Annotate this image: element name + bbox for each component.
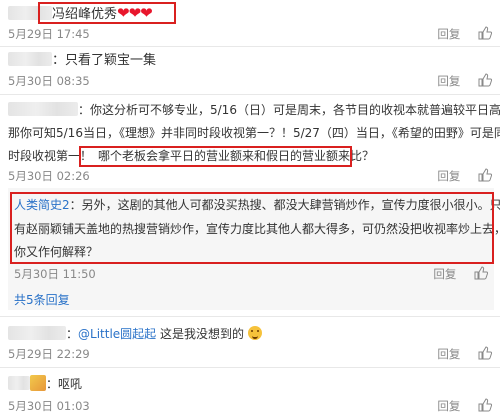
badge-icon	[30, 375, 46, 391]
like-button[interactable]	[478, 398, 492, 414]
thumbs-up-icon	[478, 73, 492, 87]
like-button[interactable]	[478, 26, 492, 42]
comment-3-line-1: ：你这分析可不够专业，5/16（日）可是周末，各节目的收视本就普遍较平日高，	[8, 101, 500, 119]
mention-link[interactable]: @Little圆起起	[78, 327, 156, 341]
reply-button[interactable]: 回复	[437, 26, 460, 42]
comment-date: 5月30日 01:03	[8, 399, 90, 413]
comment-date: 5月29日 22:29	[8, 347, 90, 361]
comment-actions: 回复	[423, 73, 492, 89]
comment-2-text: ：只看了颖宝一集	[8, 52, 156, 70]
highlight-box	[38, 2, 176, 24]
blurred-username[interactable]	[8, 326, 66, 340]
comment-date: 5月29日 17:45	[8, 27, 90, 41]
like-button[interactable]	[474, 266, 488, 282]
reply-button[interactable]: 回复	[437, 168, 460, 184]
comment-actions: 回复	[423, 168, 492, 184]
thumbs-up-icon	[478, 398, 492, 412]
reply-button[interactable]: 回复	[437, 346, 460, 362]
comment-4-text: ：@Little圆起起 这是我没想到的	[8, 325, 262, 343]
divider	[0, 367, 500, 368]
comment-5-text: ：呕吼	[8, 375, 82, 393]
reply-button[interactable]: 回复	[437, 73, 460, 89]
more-replies-link[interactable]: 共5条回复	[14, 291, 70, 309]
thumbs-up-icon	[478, 168, 492, 182]
thumbs-up-icon	[474, 266, 488, 280]
comment-date: 5月30日 08:35	[8, 74, 90, 88]
smile-emoji-icon	[247, 326, 262, 340]
highlight-box	[10, 192, 494, 264]
like-button[interactable]	[478, 168, 492, 184]
comment-actions: 回复	[419, 266, 488, 282]
divider	[0, 94, 500, 95]
thumbs-up-icon	[478, 346, 492, 360]
blurred-username[interactable]	[8, 52, 52, 66]
comment-actions: 回复	[423, 346, 492, 362]
blurred-username[interactable]	[8, 376, 30, 390]
comment-3-line-2: 那你可知5/16当日，《理想》并非同时段收视第一？！5/27（四）当日，《希望的…	[8, 126, 500, 140]
highlight-box	[79, 146, 352, 167]
like-button[interactable]	[478, 346, 492, 362]
comment-actions: 回复	[423, 398, 492, 414]
blurred-username[interactable]	[8, 102, 78, 116]
divider	[0, 316, 500, 317]
comment-actions: 回复	[423, 26, 492, 42]
thumbs-up-icon	[478, 26, 492, 40]
comment-date: 5月30日 11:50	[14, 267, 96, 281]
comment-date: 5月30日 02:26	[8, 169, 90, 183]
divider	[0, 46, 500, 47]
like-button[interactable]	[478, 73, 492, 89]
reply-button[interactable]: 回复	[433, 266, 456, 282]
reply-button[interactable]: 回复	[437, 398, 460, 414]
